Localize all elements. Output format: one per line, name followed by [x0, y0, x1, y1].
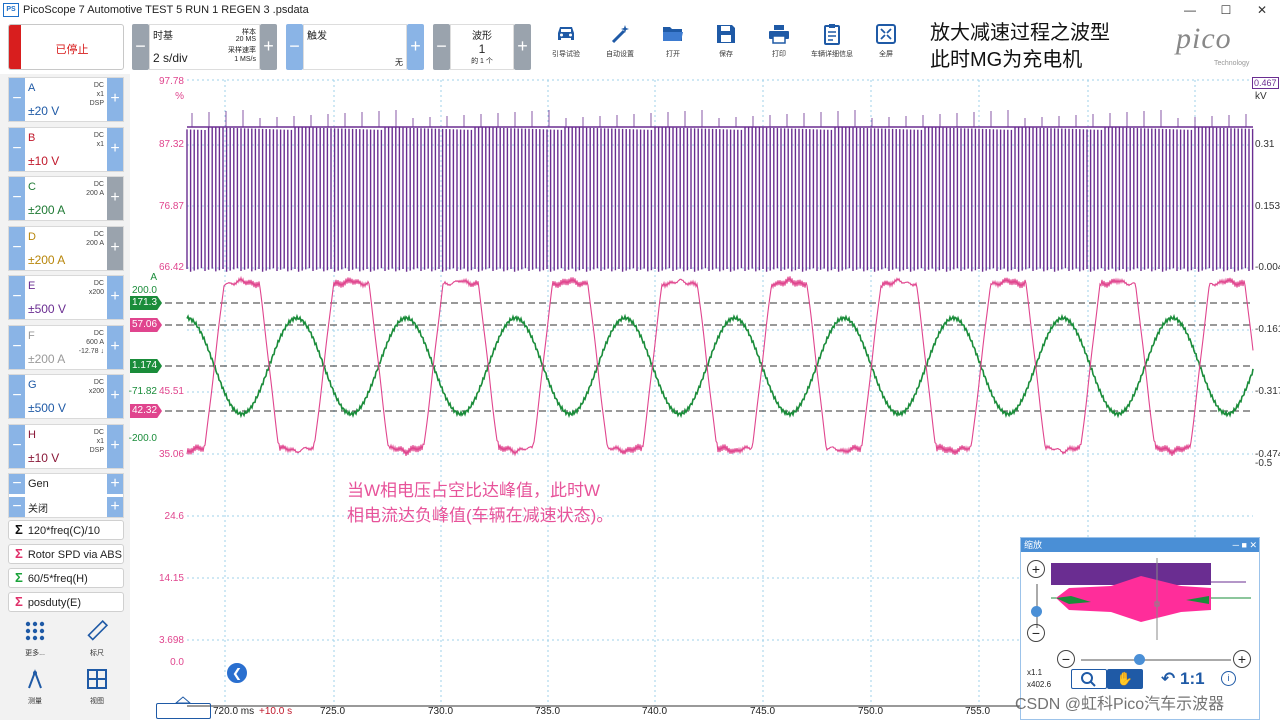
pink-axis-label: 35.06	[158, 449, 184, 460]
voltage-pwm-spikes	[191, 110, 1247, 127]
right-axis-label: 0.31	[1255, 139, 1275, 150]
right-axis-label: -0.317	[1255, 386, 1280, 397]
undo-icon: ↶	[1161, 669, 1176, 688]
pink-axis-label: 97.78	[158, 76, 184, 87]
overview-zoom-x: x1.1	[1027, 668, 1043, 677]
annotation-text-line1: 当W相电压占空比达峰值，此时W	[347, 481, 601, 500]
annotation-text-line2: 相电流达负峰值(车辆在减速状态)。	[347, 506, 614, 525]
x-ruler-handle[interactable]	[156, 703, 211, 719]
right-axis-label: kV	[1255, 91, 1267, 102]
right-axis-label: -0.161	[1255, 324, 1280, 335]
overview-header[interactable]: 缩放 ─ ■ ✕	[1021, 538, 1259, 552]
x-tick-label: 730.0	[428, 706, 454, 717]
overview-hzoom-out-button[interactable]: −	[1057, 650, 1075, 668]
magnifier-icon	[1081, 672, 1096, 687]
scroll-left-button[interactable]: ❮	[227, 663, 247, 683]
pink-axis-label: 3.698	[158, 635, 184, 646]
x-tick-label: 735.0	[535, 706, 561, 717]
x-tick-label: 750.0	[858, 706, 884, 717]
pink-axis-label: 66.42	[158, 262, 184, 273]
green-axis-label: -200.0	[128, 433, 157, 444]
x-tick-label: 740.0	[642, 706, 668, 717]
right-axis-label: -0.004	[1255, 262, 1280, 273]
annotation-text: 当W相电压占空比达峰值，此时W 相电流达负峰值(车辆在减速状态)。	[347, 478, 613, 528]
green-axis-label: 200.0	[131, 285, 157, 296]
x-start-label: 720.0 ms	[213, 706, 255, 717]
overview-hzoom-in-button[interactable]: +	[1233, 650, 1251, 668]
overview-zoom-in-button[interactable]: +	[1027, 560, 1045, 578]
overview-reset-button[interactable]: ↶ 1:1	[1161, 669, 1205, 689]
right-axis-label: -0.5	[1255, 458, 1273, 469]
overview-pan-tool-button[interactable]: ✋	[1107, 669, 1143, 689]
overview-zoom-y: x402.6	[1027, 680, 1052, 689]
pink-axis-label: 24.6	[164, 511, 184, 522]
cursor-marker-4[interactable]: 42.32	[130, 404, 163, 418]
info-icon: i	[1227, 673, 1230, 683]
pink-axis-label: 87.32	[158, 139, 184, 150]
overview-ratio: 1:1	[1179, 669, 1205, 688]
x-tick-label: 725.0	[320, 706, 346, 717]
pink-axis-label: %	[175, 91, 184, 102]
x-tick-label: 745.0	[750, 706, 776, 717]
cursor-marker-3[interactable]: 1.174	[130, 359, 163, 373]
overview-info-button[interactable]: i	[1221, 671, 1236, 686]
overview-thumbnail[interactable]	[1051, 558, 1256, 640]
green-axis-label: -71.82	[128, 386, 157, 397]
overview-window-buttons[interactable]: ─ ■ ✕	[1233, 538, 1257, 552]
overview-zoom-out-button[interactable]: −	[1027, 624, 1045, 642]
overview-horizontal-thumb[interactable]	[1134, 654, 1145, 665]
pink-axis-label: 76.87	[158, 201, 184, 212]
x-offset-label: +10.0 s	[259, 706, 293, 717]
overview-horizontal-slider[interactable]	[1081, 659, 1231, 661]
cursor-marker-2[interactable]: 57.06	[130, 318, 163, 332]
pink-axis-label: 0.0	[170, 657, 184, 668]
picoscope-window: PS PicoScope 7 Automotive TEST 5 RUN 1 R…	[0, 0, 1280, 720]
watermark: CSDN @虹科Pico汽车示波器	[1015, 696, 1225, 713]
pink-axis-label: 14.15	[158, 573, 184, 584]
voltage-pwm-trace	[186, 127, 1254, 272]
overview-vertical-thumb[interactable]	[1031, 606, 1042, 617]
overview-title: 缩放	[1024, 540, 1043, 550]
right-axis-readout: 0.467	[1252, 77, 1279, 89]
green-axis-label: A	[150, 272, 157, 283]
cursor-marker-1[interactable]: 171.3	[130, 296, 163, 310]
right-axis-label: 0.153	[1255, 201, 1280, 212]
hand-icon: ✋	[1116, 671, 1134, 686]
overview-zoom-tool-button[interactable]	[1071, 669, 1107, 689]
green-axis-label: 45.51	[158, 386, 184, 397]
x-tick-label: 755.0	[965, 706, 991, 717]
